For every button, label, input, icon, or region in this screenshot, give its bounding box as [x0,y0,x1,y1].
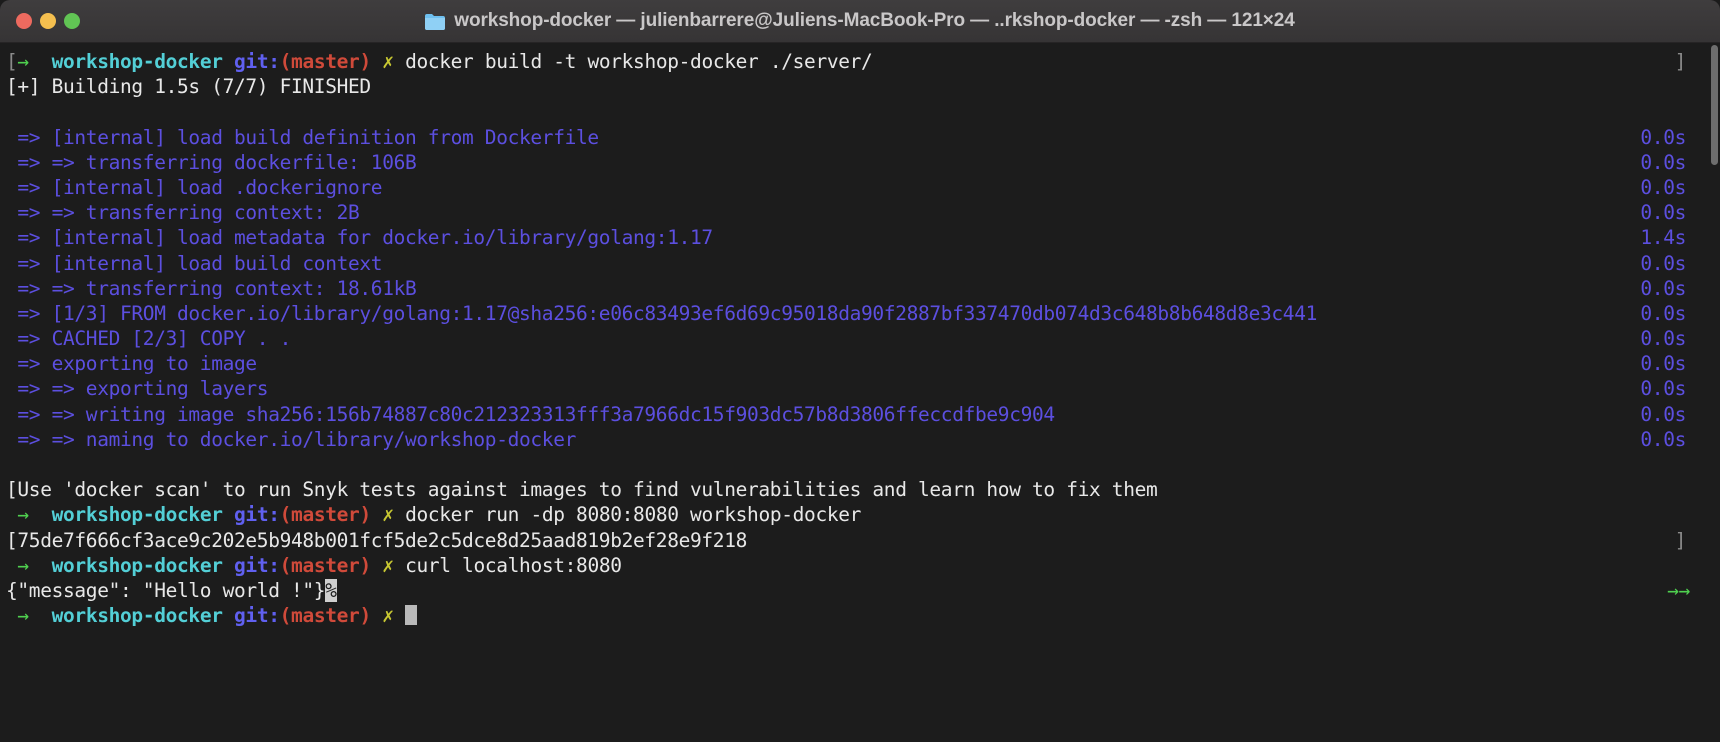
terminal-line-build-step: => [1/3] FROM docker.io/library/golang:1… [6,301,1704,326]
prompt-directory: workshop-docker [51,553,223,577]
terminal-line-build-step: => exporting to image 0.0s [6,351,1704,376]
prompt-git-label: git: [234,503,280,527]
scrollbar-thumb[interactable] [1711,45,1718,165]
build-step-time: 0.0s [1640,377,1686,401]
build-step-text: => => transferring dockerfile: 106B [6,150,417,174]
build-step-text: => => naming to docker.io/library/worksh… [6,427,576,451]
prompt-arrow-icon: → [17,503,29,527]
terminal-line-build-step: => => transferring context: 2B 0.0s [6,200,1704,225]
right-edge-bracket: ] [1674,528,1687,552]
build-step-time: 0.0s [1640,201,1686,225]
curl-output-text: {"message": "Hello world !"} [6,578,326,602]
build-step-time: 0.0s [1640,427,1686,451]
build-step-text: => CACHED [2/3] COPY . . [6,327,291,351]
prompt-git-label: git: [234,604,280,628]
left-edge-bracket: [ [6,50,18,73]
build-step-text: => [internal] load .dockerignore [6,175,383,199]
terminal-line-build-header: [+] Building 1.5s (7/7) FINISHED [6,74,1704,99]
build-step-text: => [internal] load metadata for docker.i… [6,226,713,250]
terminal-line-build-step: => [internal] load build context 0.0s [6,251,1704,276]
prompt-git-branch: (master) [279,553,372,577]
build-step-text: => [internal] load build context [6,251,383,275]
window-titlebar[interactable]: workshop-docker — julienbarrere@Juliens-… [0,0,1720,43]
terminal-line-scan-hint: [Use 'docker scan' to run Snyk tests aga… [6,477,1704,502]
prompt-git-branch: (master) [279,503,372,527]
terminal-line-build-step: => CACHED [2/3] COPY . . 0.0s [6,326,1704,351]
build-step-time: 0.0s [1640,251,1686,275]
terminal-scrollbar[interactable] [1709,43,1720,742]
terminal-line-build-step: => => writing image sha256:156b74887c80c… [6,402,1704,427]
window-title: workshop-docker — julienbarrere@Juliens-… [454,10,1295,31]
prompt-status-icon: ✗ [382,604,394,628]
build-step-text: => => writing image sha256:156b74887c80c… [6,402,1055,426]
terminal-body[interactable]: [→ workshop-docker git:(master) ✗ docker… [0,43,1720,742]
prompt-directory: workshop-docker [51,604,223,628]
build-step-time: 0.0s [1640,125,1686,149]
prompt-git-branch: (master) [279,50,372,73]
terminal-line-build-step: => [internal] load metadata for docker.i… [6,225,1704,250]
prompt-directory: workshop-docker [51,503,223,527]
terminal-line-command-run: → workshop-docker git:(master) ✗ docker … [6,502,1704,527]
command-text-run: docker run -dp 8080:8080 workshop-docker [405,503,862,527]
terminal-line-container-id: [75de7f666cf3ace9c202e5b948b001fcf5de2c5… [6,528,1704,553]
build-step-text: => [internal] load build definition from… [6,125,599,149]
prompt-git-label: git: [234,50,280,73]
build-step-text: => exporting to image [6,352,257,376]
container-id-text: [75de7f666cf3ace9c202e5b948b001fcf5de2c5… [6,528,747,552]
build-step-text: => => transferring context: 18.61kB [6,276,417,300]
terminal-line-build-step: => => transferring context: 18.61kB 0.0s [6,276,1704,301]
window-controls [0,13,80,29]
partial-line-marker: % [325,578,337,602]
build-step-time: 0.0s [1640,402,1686,426]
scan-hint-text: [Use 'docker scan' to run Snyk tests aga… [6,478,1158,502]
terminal-line-command-build: [→ workshop-docker git:(master) ✗ docker… [6,49,1704,74]
build-step-time: 0.0s [1640,150,1686,174]
build-step-text: => => exporting layers [6,377,269,401]
prompt-git-branch: (master) [279,604,372,628]
terminal-line-blank-2 [6,452,1704,477]
terminal-line-active-prompt[interactable]: → workshop-docker git:(master) ✗ [6,603,1704,628]
build-step-text: => [1/3] FROM docker.io/library/golang:1… [6,301,1317,325]
build-step-time: 0.0s [1640,276,1686,300]
terminal-line-curl-output: {"message": "Hello world !"}% →→ [6,578,1704,603]
terminal-screen: [→ workshop-docker git:(master) ✗ docker… [0,49,1720,628]
build-step-time: 0.0s [1640,352,1686,376]
prompt-arrow-icon: → [17,604,29,628]
close-window-button[interactable] [16,13,32,29]
line-wrap-arrows-icon: →→ [1667,578,1690,602]
build-header-text: [+] Building 1.5s (7/7) FINISHED [6,75,371,99]
command-text-build: docker build -t workshop-docker ./server… [405,50,873,73]
build-step-text: => => transferring context: 2B [6,201,360,225]
terminal-line-build-step: => => naming to docker.io/library/worksh… [6,427,1704,452]
prompt-status-icon: ✗ [382,50,394,73]
text-cursor[interactable] [405,605,417,626]
minimize-window-button[interactable] [40,13,56,29]
right-edge-bracket: ] [1674,50,1687,73]
maximize-window-button[interactable] [64,13,80,29]
build-step-time: 1.4s [1640,226,1686,250]
prompt-directory: workshop-docker [51,50,223,73]
prompt-git-label: git: [234,553,280,577]
terminal-line-blank-1 [6,99,1704,124]
build-step-time: 0.0s [1640,301,1686,325]
terminal-line-build-step: => => transferring dockerfile: 106B 0.0s [6,150,1704,175]
folder-icon [425,13,446,30]
command-text-curl: curl localhost:8080 [405,553,622,577]
window-title-group: workshop-docker — julienbarrere@Juliens-… [0,0,1720,42]
prompt-arrow-icon: → [17,553,29,577]
terminal-line-build-step: => => exporting layers 0.0s [6,376,1704,401]
prompt-status-icon: ✗ [382,503,394,527]
build-step-time: 0.0s [1640,175,1686,199]
prompt-arrow-icon: → [17,50,29,73]
terminal-window: workshop-docker — julienbarrere@Juliens-… [0,0,1720,742]
terminal-bottom-edge [0,730,1720,742]
prompt-status-icon: ✗ [382,553,394,577]
terminal-line-command-curl: → workshop-docker git:(master) ✗ curl lo… [6,553,1704,578]
terminal-line-build-step: => [internal] load build definition from… [6,125,1704,150]
terminal-line-build-step: => [internal] load .dockerignore 0.0s [6,175,1704,200]
build-step-time: 0.0s [1640,327,1686,351]
